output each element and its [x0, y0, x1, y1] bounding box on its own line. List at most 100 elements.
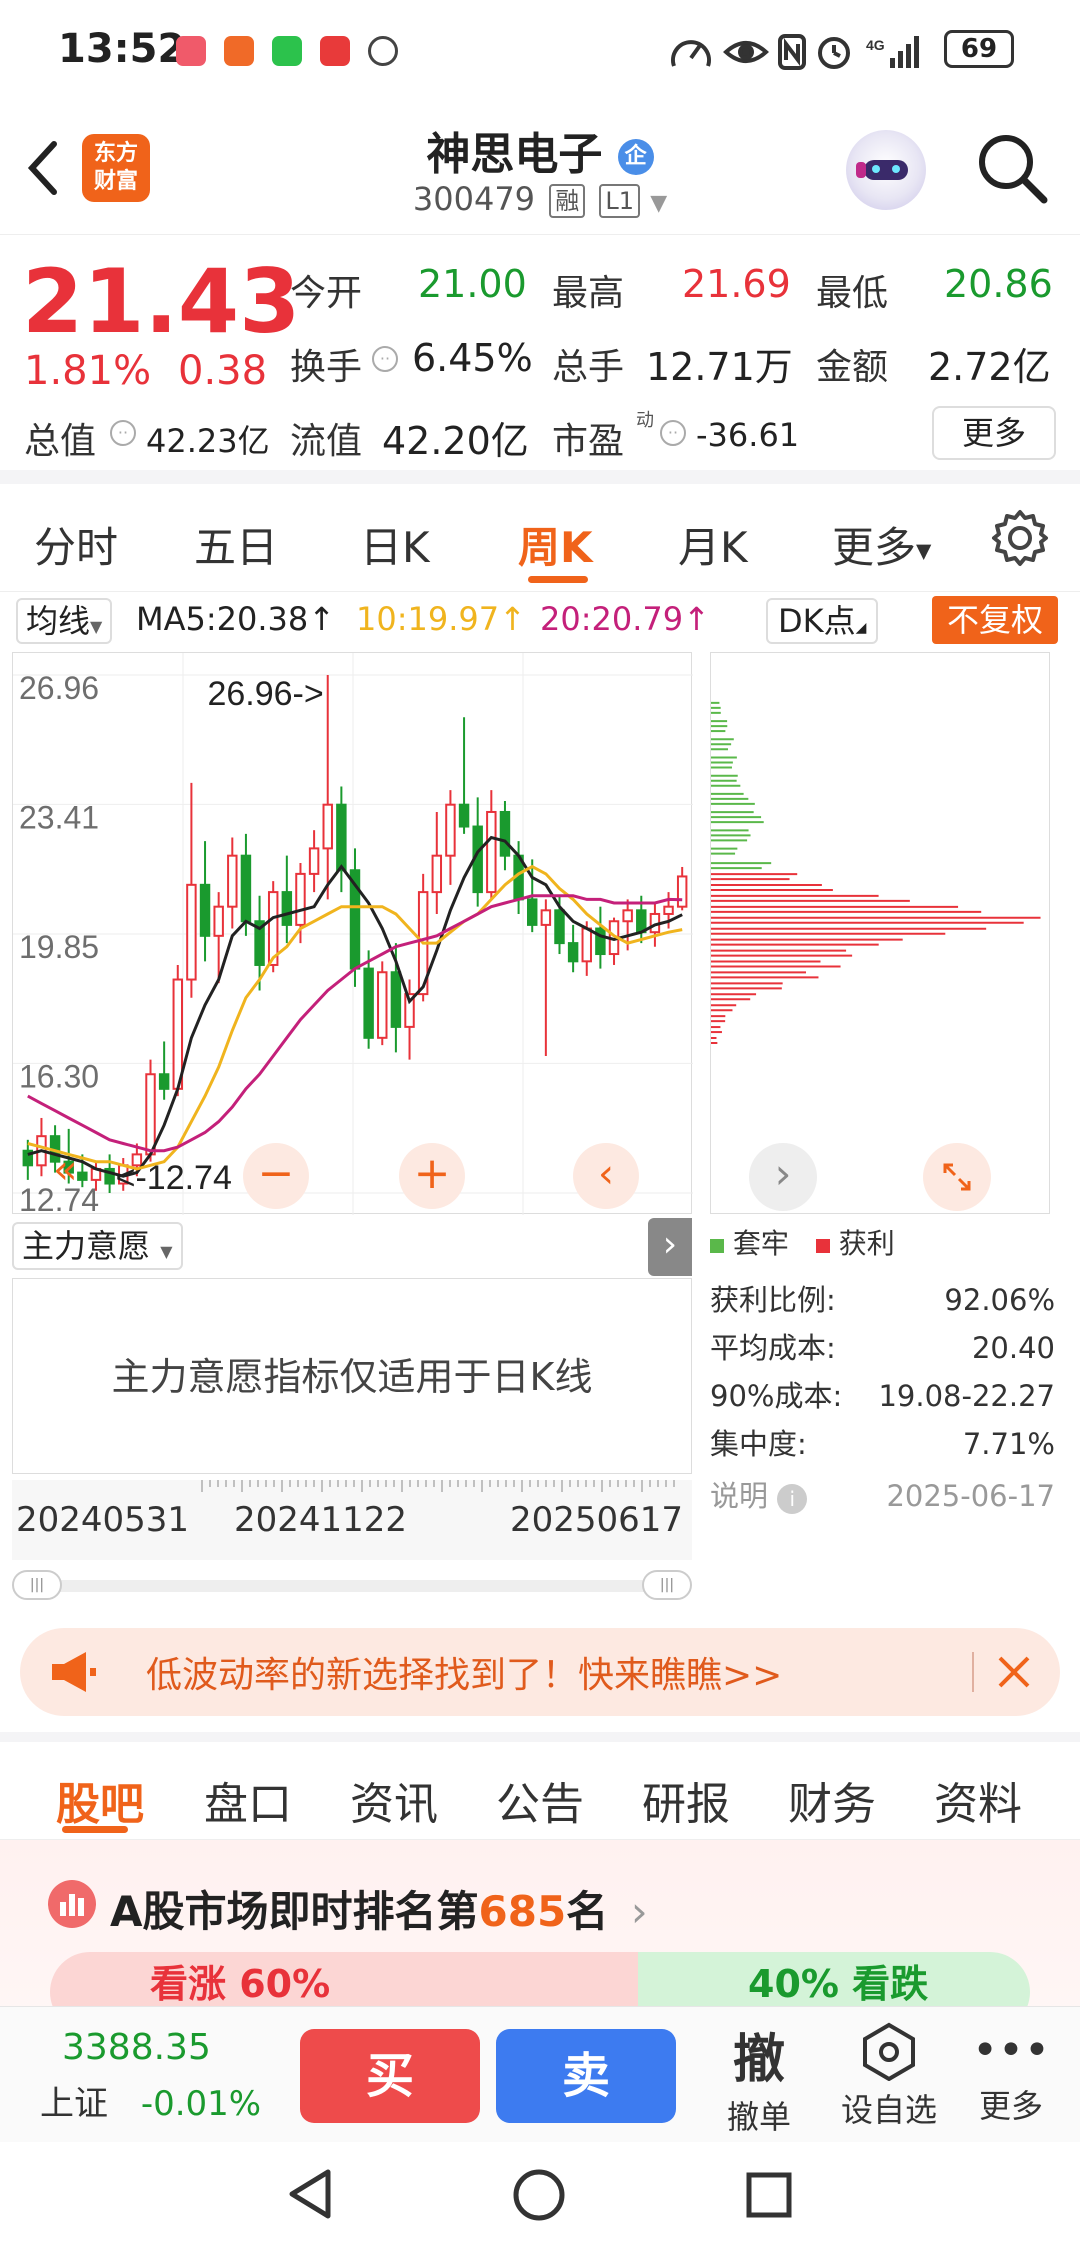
ranking-prefix: A股市场即时排名第: [110, 1887, 479, 1936]
tab-finance[interactable]: 财务: [788, 1768, 876, 1832]
tab-news[interactable]: 资讯: [350, 1768, 438, 1832]
profit-swatch: [815, 1239, 830, 1253]
chart-rewind-icon[interactable]: «: [53, 1147, 77, 1193]
index-ticker[interactable]: 3388.35 上证 -0.01%: [40, 2027, 280, 2125]
candle-body: [336, 803, 347, 872]
promo-divider: [972, 1652, 974, 1692]
tab-monthly-k[interactable]: 月K: [678, 514, 748, 575]
chip-distribution-chart[interactable]: ›: [710, 652, 1050, 1214]
settings-gear-icon[interactable]: [990, 508, 1050, 568]
more-label: 更多: [978, 2087, 1043, 2125]
dk-selector[interactable]: DK点◢: [766, 598, 879, 644]
explanation-link[interactable]: 说明 i: [710, 1472, 808, 1520]
legend-trapped: 套牢: [732, 1227, 789, 1260]
stock-header: 东方 财富 神思电子 企 300479 融 L1 ▼: [0, 100, 1080, 235]
expand-panel-button[interactable]: ›: [648, 1218, 692, 1276]
chip-legend: 套牢 获利: [710, 1218, 1055, 1270]
legend-profit: 获利: [838, 1227, 895, 1260]
notification-app-icon: [176, 36, 206, 66]
zoom-in-button[interactable]: +: [399, 1143, 465, 1209]
info-icon[interactable]: ··: [110, 420, 136, 446]
info-icon[interactable]: ··: [660, 420, 686, 446]
slider-track: [42, 1580, 662, 1592]
range-slider[interactable]: ||| |||: [12, 1570, 692, 1600]
turnover-value: 6.45%: [412, 336, 533, 380]
concentration-row: 集中度: 7.71%: [710, 1420, 1055, 1468]
date-axis: 20240531 20241122 20250617: [12, 1480, 692, 1560]
chip-distribution-svg: [711, 701, 1041, 1044]
nfc-icon: [778, 34, 806, 70]
chart-prev-circle-button[interactable]: −: [243, 1143, 309, 1209]
add-watchlist-button[interactable]: 设自选: [834, 2021, 944, 2131]
dropdown-icon[interactable]: ▼: [650, 191, 667, 216]
turnover-label: 换手: [290, 347, 363, 388]
buy-button[interactable]: 买: [300, 2029, 480, 2123]
tab-weekly-k[interactable]: 周K: [518, 514, 593, 575]
notification-app-icon: [320, 36, 350, 66]
watchlist-label: 设自选: [840, 2091, 937, 2129]
tab-intraday[interactable]: 分时: [34, 514, 118, 575]
ma-toolbar: 均线▼ MA5:20.38↑ 10:19.97↑ 20:20.79↑ DK点◢ …: [0, 592, 1080, 652]
more-quote-button[interactable]: 更多: [932, 406, 1056, 460]
stat-value: 92.06%: [944, 1283, 1055, 1317]
stat-label: 获利比例:: [710, 1283, 836, 1317]
slider-handle-right[interactable]: |||: [642, 1570, 692, 1600]
candle-body: [377, 971, 388, 1039]
kline-chart[interactable]: 26.96 23.41 19.85 16.30 12.74 26.96-> <-12.74 …: [12, 652, 693, 1215]
robot-assistant-icon[interactable]: [846, 130, 926, 210]
bull-text: 看涨 60%: [150, 1962, 331, 2006]
candle-body: [308, 847, 320, 875]
kline-chart-svg: 26.9623.4119.8516.3012.7426.96-><-12.74: [13, 653, 693, 1215]
volume-label: 总手: [552, 347, 625, 388]
y-tick-label: 19.85: [19, 929, 99, 965]
high-label: 最高: [552, 273, 625, 314]
sentiment-bar: 看涨 60% 40% 看跌: [50, 1952, 1030, 2006]
float-cap-value: 42.20亿: [382, 419, 529, 463]
tab-daily-k[interactable]: 日K: [360, 514, 430, 575]
note-label: 说明: [710, 1479, 769, 1513]
status-icons: 4G: [671, 34, 919, 70]
home-circle-icon[interactable]: [512, 2168, 566, 2222]
tab-announcements[interactable]: 公告: [496, 1768, 584, 1832]
bull-segment: 看涨 60%: [50, 1952, 638, 2006]
slider-handle-left[interactable]: |||: [12, 1570, 62, 1600]
battery-indicator: 69: [944, 30, 1014, 68]
period-tabs: 分时 五日 日K 周K 月K 更多▼: [0, 484, 1080, 592]
expand-icon[interactable]: [923, 1143, 991, 1211]
more-menu-button[interactable]: ••• 更多: [966, 2021, 1056, 2127]
indicator-selector[interactable]: 主力意愿 ▼: [12, 1222, 183, 1270]
candle-body: [554, 909, 565, 945]
candle-body: [431, 854, 443, 894]
indicator-header: 主力意愿 ▼ ›: [12, 1218, 692, 1278]
ranking-suffix: 名: [566, 1887, 609, 1936]
chart-left-button[interactable]: ‹: [573, 1143, 639, 1209]
candle-body: [663, 905, 674, 915]
tab-more[interactable]: 更多▼: [832, 514, 931, 575]
cancel-order-button[interactable]: 撤 撤单: [714, 2017, 804, 2138]
close-icon[interactable]: [992, 1650, 1036, 1694]
ma-selector[interactable]: 均线▼: [16, 598, 113, 644]
ma10-value: 10:19.97↑: [356, 600, 526, 638]
min-price-annotation: <-12.74: [116, 1159, 232, 1197]
search-icon[interactable]: [974, 130, 1050, 206]
tab-research[interactable]: 研报: [642, 1768, 730, 1832]
trade-bottom-bar: 3388.35 上证 -0.01% 买 卖 撤 撤单 设自选 ••• 更多: [0, 2006, 1080, 2142]
tab-five-day[interactable]: 五日: [194, 514, 278, 575]
promo-banner[interactable]: 低波动率的新选择找到了！快来瞧瞧>>: [20, 1628, 1060, 1716]
sell-button[interactable]: 卖: [496, 2029, 676, 2123]
tab-more-label: 更多: [832, 523, 917, 572]
adjust-button[interactable]: 不复权: [932, 596, 1058, 644]
tab-order-book[interactable]: 盘口: [204, 1768, 292, 1832]
indicator-selector-label: 主力意愿: [22, 1227, 151, 1265]
bear-segment: 40% 看跌: [638, 1952, 1030, 2006]
recents-square-icon[interactable]: [744, 2170, 794, 2220]
back-triangle-icon[interactable]: [284, 2168, 336, 2220]
info-icon[interactable]: ··: [372, 346, 398, 372]
candle-body: [77, 1171, 88, 1181]
candle-body: [676, 875, 688, 908]
tab-profile[interactable]: 资料: [934, 1768, 1022, 1832]
amount-value: 2.72亿: [928, 345, 1051, 389]
chip-next-button[interactable]: ›: [749, 1143, 817, 1211]
tab-guba[interactable]: 股吧: [56, 1768, 144, 1832]
ranking-card[interactable]: A股市场即时排名第685名 › 看涨 60% 40% 看跌: [0, 1840, 1080, 2006]
